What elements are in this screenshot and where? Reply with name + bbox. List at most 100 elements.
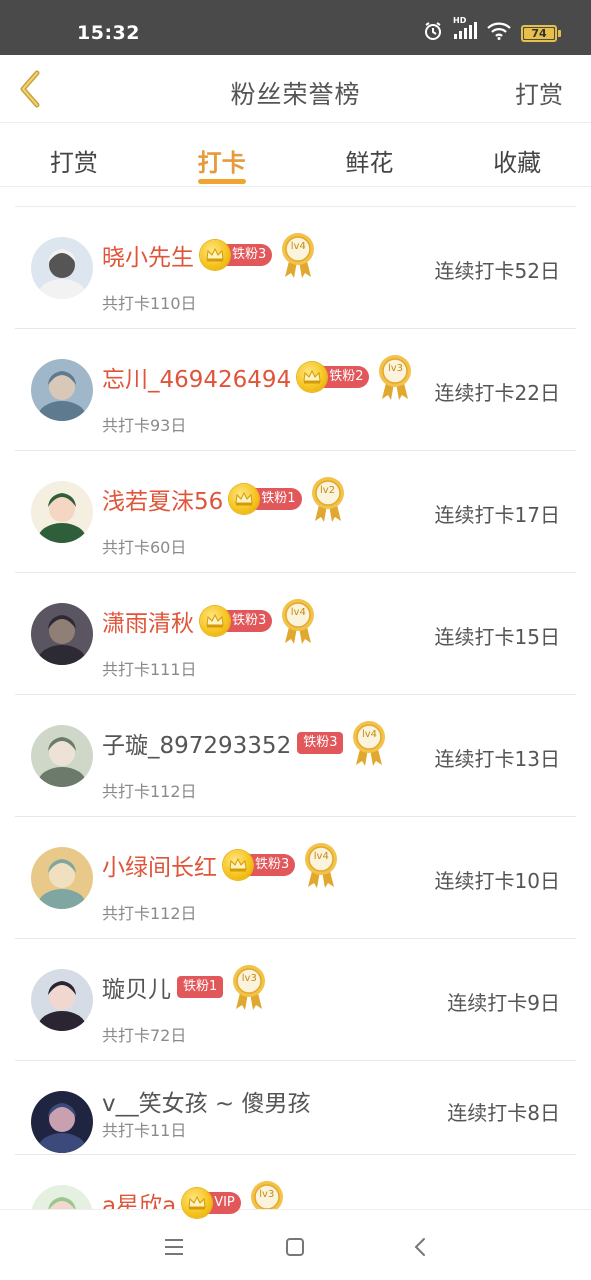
- fan-badge-label: 铁粉3: [297, 732, 344, 754]
- back-nav-button[interactable]: [403, 1230, 437, 1264]
- tab-label: 鲜花: [345, 149, 394, 177]
- status-bar: 15:32 HD 74: [0, 0, 591, 55]
- tab-flowers[interactable]: 鲜花: [296, 124, 444, 186]
- level-label: lv4: [313, 851, 329, 862]
- crown-icon: [223, 850, 253, 880]
- name-line: 璇贝儿 铁粉1 lv3: [102, 965, 267, 1010]
- tab-favorites[interactable]: 收藏: [443, 124, 591, 186]
- level-medal-icon: lv3: [377, 353, 413, 401]
- menu-button[interactable]: [157, 1230, 191, 1264]
- user-name[interactable]: 子璇_897293352: [102, 726, 291, 760]
- fan-badge: 铁粉2: [297, 362, 370, 392]
- total-checkins: 共打卡112日: [102, 782, 197, 801]
- fan-badge: 铁粉3: [297, 731, 344, 755]
- avatar[interactable]: [31, 359, 93, 421]
- fan-badge: 铁粉3: [200, 606, 273, 636]
- level-label: lv3: [259, 1189, 275, 1200]
- level-label: lv2: [320, 485, 336, 496]
- level-medal-icon: lv4: [280, 597, 316, 645]
- total-checkins: 共打卡11日: [102, 1121, 187, 1140]
- avatar[interactable]: [31, 847, 93, 909]
- fan-badge-label: 铁粉1: [177, 976, 224, 998]
- total-checkins: 共打卡110日: [102, 294, 197, 313]
- list-item[interactable]: 璇贝儿 铁粉1 lv3 共打卡72日 连续打卡9日: [0, 939, 591, 1061]
- crown-icon: [182, 1188, 213, 1218]
- wifi-icon: [487, 22, 511, 44]
- name-line: 晓小先生 铁粉3 lv4: [102, 233, 316, 278]
- user-name[interactable]: 璇贝儿: [102, 970, 171, 1004]
- streak-count: 连续打卡17日: [434, 503, 560, 527]
- fan-badge: 铁粉1: [177, 975, 224, 999]
- signal-icon: HD: [453, 16, 477, 44]
- level-medal-icon: lv3: [231, 963, 267, 1011]
- list-item[interactable]: 潇雨清秋 铁粉3 lv4 共打卡111日 连续打卡15日: [0, 573, 591, 695]
- home-button[interactable]: [278, 1230, 312, 1264]
- user-name[interactable]: v__笑女孩 ~ 傻男孩: [102, 1084, 311, 1118]
- avatar[interactable]: [31, 969, 93, 1031]
- name-line: v__笑女孩 ~ 傻男孩: [102, 1083, 317, 1119]
- level-medal-icon: lv2: [310, 475, 346, 523]
- tab-label: 打赏: [49, 149, 98, 177]
- menu-icon: [165, 1239, 183, 1255]
- list-item[interactable]: 浅若夏沫56 铁粉1 lv2 共打卡60日 连续打卡17日: [0, 451, 591, 573]
- tab-checkin[interactable]: 打卡: [148, 124, 296, 186]
- list-item[interactable]: 晓小先生 铁粉3 lv4 共打卡110日 连续打卡52日: [0, 207, 591, 329]
- avatar[interactable]: [31, 481, 93, 543]
- streak-count: 连续打卡15日: [434, 625, 560, 649]
- battery-level: 74: [524, 27, 554, 39]
- alarm-icon: [423, 21, 443, 45]
- level-label: lv3: [387, 363, 404, 374]
- tab-bar: 打赏 打卡 鲜花 收藏: [0, 124, 591, 187]
- reward-button[interactable]: 打赏: [515, 75, 563, 110]
- level-label: lv4: [290, 607, 306, 618]
- name-line: 潇雨清秋 铁粉3 lv4: [102, 599, 316, 644]
- list-item[interactable]: 小绿间长红 铁粉3 lv4 共打卡112日 连续打卡10日: [0, 817, 591, 939]
- level-medal-icon: lv4: [351, 719, 387, 767]
- crown-icon: [200, 240, 230, 270]
- avatar[interactable]: [31, 237, 93, 299]
- crown-icon: [297, 362, 328, 392]
- total-checkins: 共打卡112日: [102, 904, 197, 923]
- user-name[interactable]: 小绿间长红: [102, 848, 217, 882]
- level-medal-icon: lv4: [303, 841, 339, 889]
- streak-count: 连续打卡52日: [434, 259, 560, 283]
- tab-active-indicator: [197, 179, 246, 184]
- fan-badge: 铁粉3: [200, 240, 273, 270]
- battery-icon: 74: [521, 24, 561, 42]
- tab-label: 收藏: [493, 149, 542, 177]
- tab-reward[interactable]: 打赏: [0, 124, 148, 186]
- level-label: lv4: [361, 729, 378, 740]
- streak-count: 连续打卡10日: [434, 869, 560, 893]
- status-time: 15:32: [77, 22, 140, 44]
- streak-count: 连续打卡8日: [447, 1101, 560, 1125]
- name-line: 忘川_469426494 铁粉2 lv3: [102, 355, 413, 400]
- avatar[interactable]: [31, 603, 93, 665]
- list-item[interactable]: 子璇_897293352 铁粉3 lv4 共打卡112日 连续打卡13日: [0, 695, 591, 817]
- name-line: 小绿间长红 铁粉3 lv4: [102, 843, 339, 888]
- total-checkins: 共打卡111日: [102, 660, 197, 679]
- list-item[interactable]: 忘川_469426494 铁粉2 lv3 共打卡93日 连续打卡22日: [0, 329, 591, 451]
- crown-icon: [200, 606, 230, 636]
- total-checkins: 共打卡72日: [102, 1026, 187, 1045]
- user-name[interactable]: 浅若夏沫56: [102, 482, 223, 516]
- back-triangle-icon: [414, 1238, 425, 1256]
- avatar[interactable]: [31, 1091, 93, 1153]
- fan-badge: VIP: [182, 1188, 241, 1218]
- home-square-icon: [286, 1238, 304, 1256]
- name-line: 浅若夏沫56 铁粉1 lv2: [102, 477, 346, 522]
- fan-badge: 铁粉1: [229, 484, 302, 514]
- fan-badge: 铁粉3: [223, 850, 296, 880]
- user-name[interactable]: 潇雨清秋: [102, 604, 194, 638]
- user-name[interactable]: 晓小先生: [102, 238, 194, 272]
- system-nav-bar: [0, 1209, 591, 1280]
- status-icons: HD 74: [423, 16, 561, 45]
- streak-count: 连续打卡13日: [434, 747, 560, 771]
- total-checkins: 共打卡60日: [102, 538, 187, 557]
- total-checkins: 共打卡93日: [102, 416, 187, 435]
- name-line: 子璇_897293352 铁粉3 lv4: [102, 721, 387, 766]
- network-label: HD: [453, 16, 467, 25]
- user-name[interactable]: 忘川_469426494: [102, 360, 291, 394]
- avatar[interactable]: [31, 725, 93, 787]
- list-item[interactable]: v__笑女孩 ~ 傻男孩共打卡11日 连续打卡8日: [0, 1061, 591, 1155]
- streak-count: 连续打卡9日: [447, 991, 560, 1015]
